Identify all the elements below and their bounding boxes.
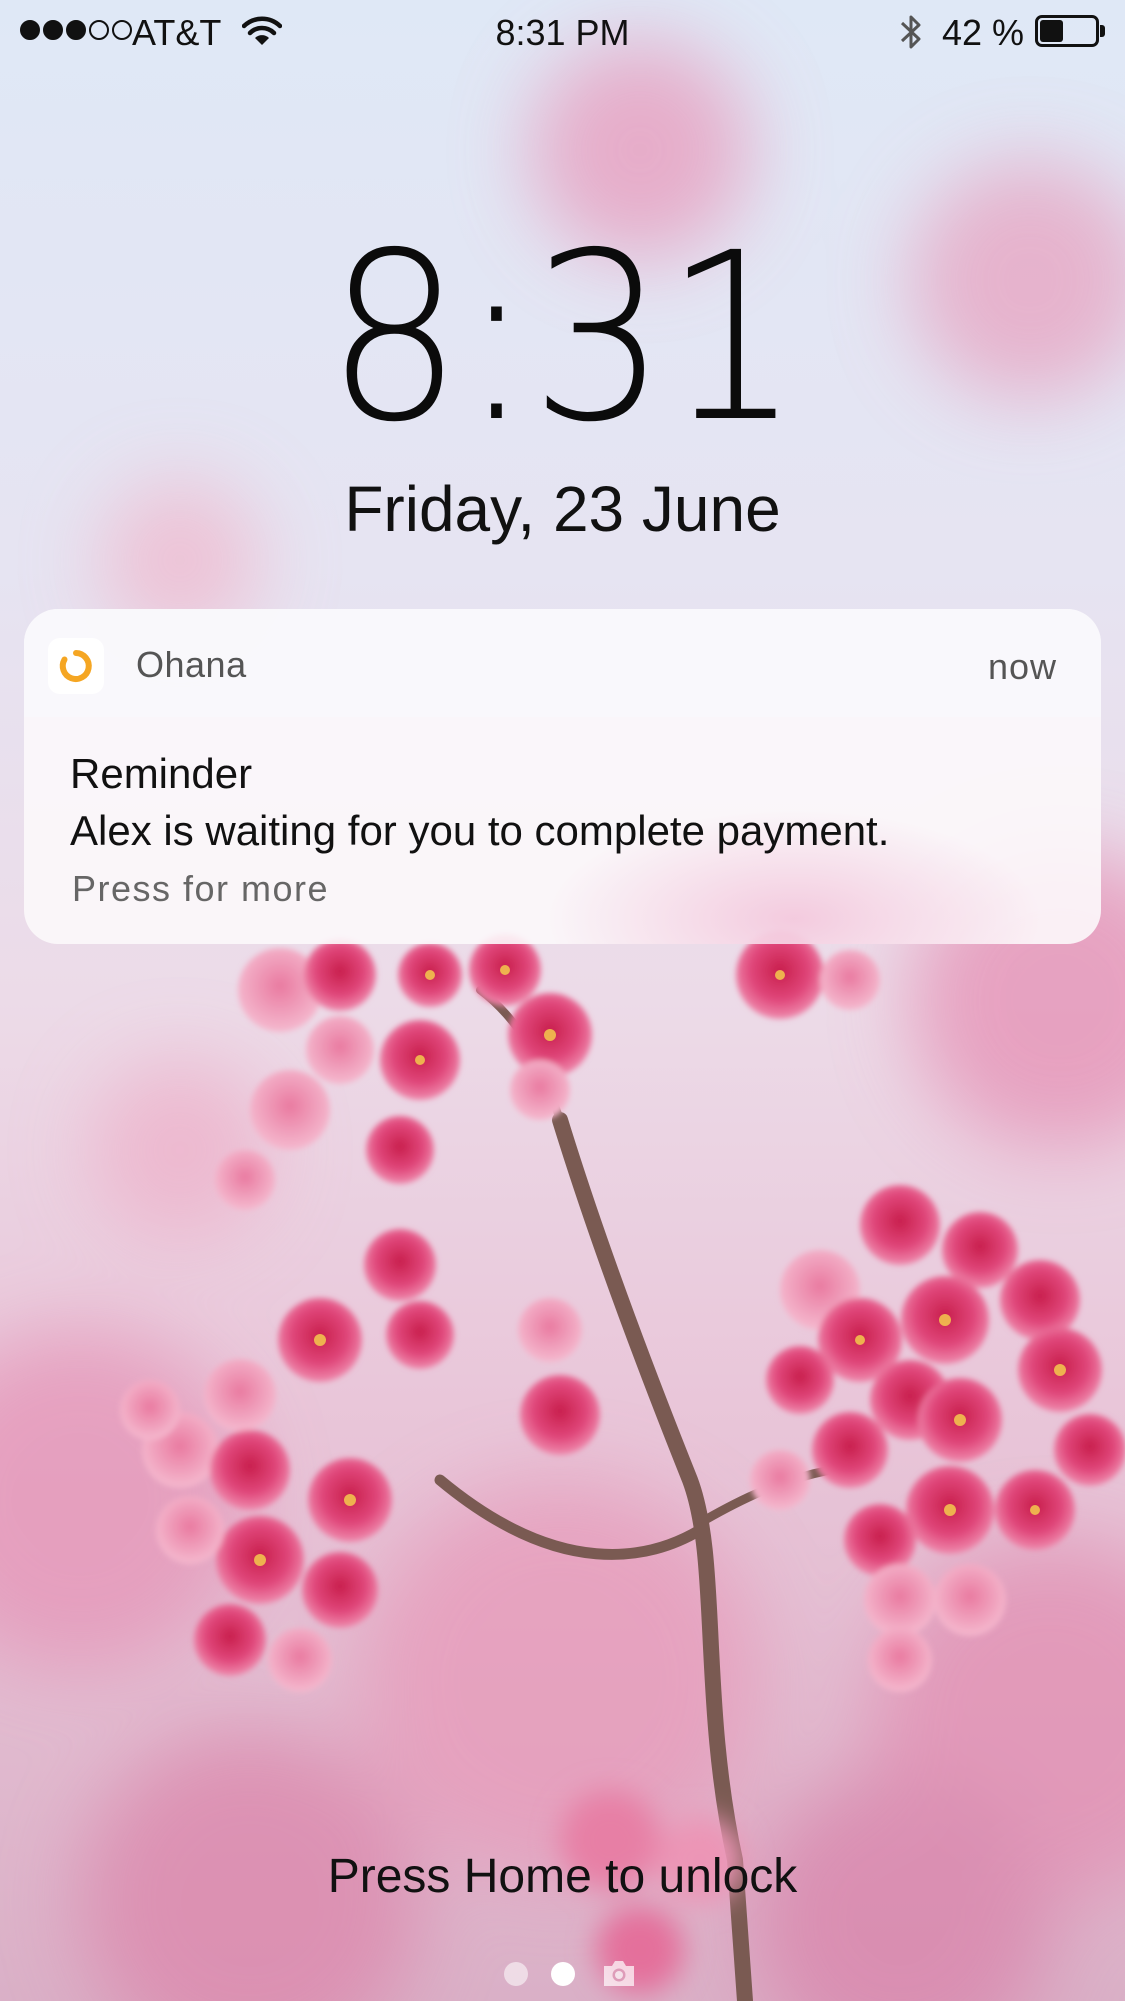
notification-body: Alex is waiting for you to complete paym… — [70, 807, 890, 854]
bluetooth-icon — [898, 12, 924, 61]
camera-icon[interactable] — [601, 1958, 637, 1993]
page-dot-active — [551, 1962, 575, 1986]
notification-timestamp: now — [987, 646, 1057, 687]
notification-card[interactable]: Ohana now Reminder Alex is waiting for y… — [24, 609, 1101, 944]
lock-screen-time: 8:31 — [326, 203, 801, 473]
battery-percentage: 42 % — [942, 12, 1025, 53]
unlock-hint: Press Home to unlock — [327, 1850, 798, 1903]
page-indicator — [0, 1958, 1125, 1988]
status-bar: AT&T 8:31 PM 42 % — [0, 0, 1125, 64]
notification-hint: Press for more — [72, 868, 330, 909]
lock-screen-date: Friday, 23 June — [344, 473, 781, 545]
battery-fill — [1040, 20, 1063, 42]
notification-app-name: Ohana — [136, 644, 247, 685]
ohana-logo-icon — [48, 638, 104, 694]
battery-icon — [1035, 15, 1105, 47]
notification-title: Reminder — [70, 750, 253, 797]
page-dot — [504, 1962, 528, 1986]
notification-header: Ohana now — [24, 609, 1101, 717]
